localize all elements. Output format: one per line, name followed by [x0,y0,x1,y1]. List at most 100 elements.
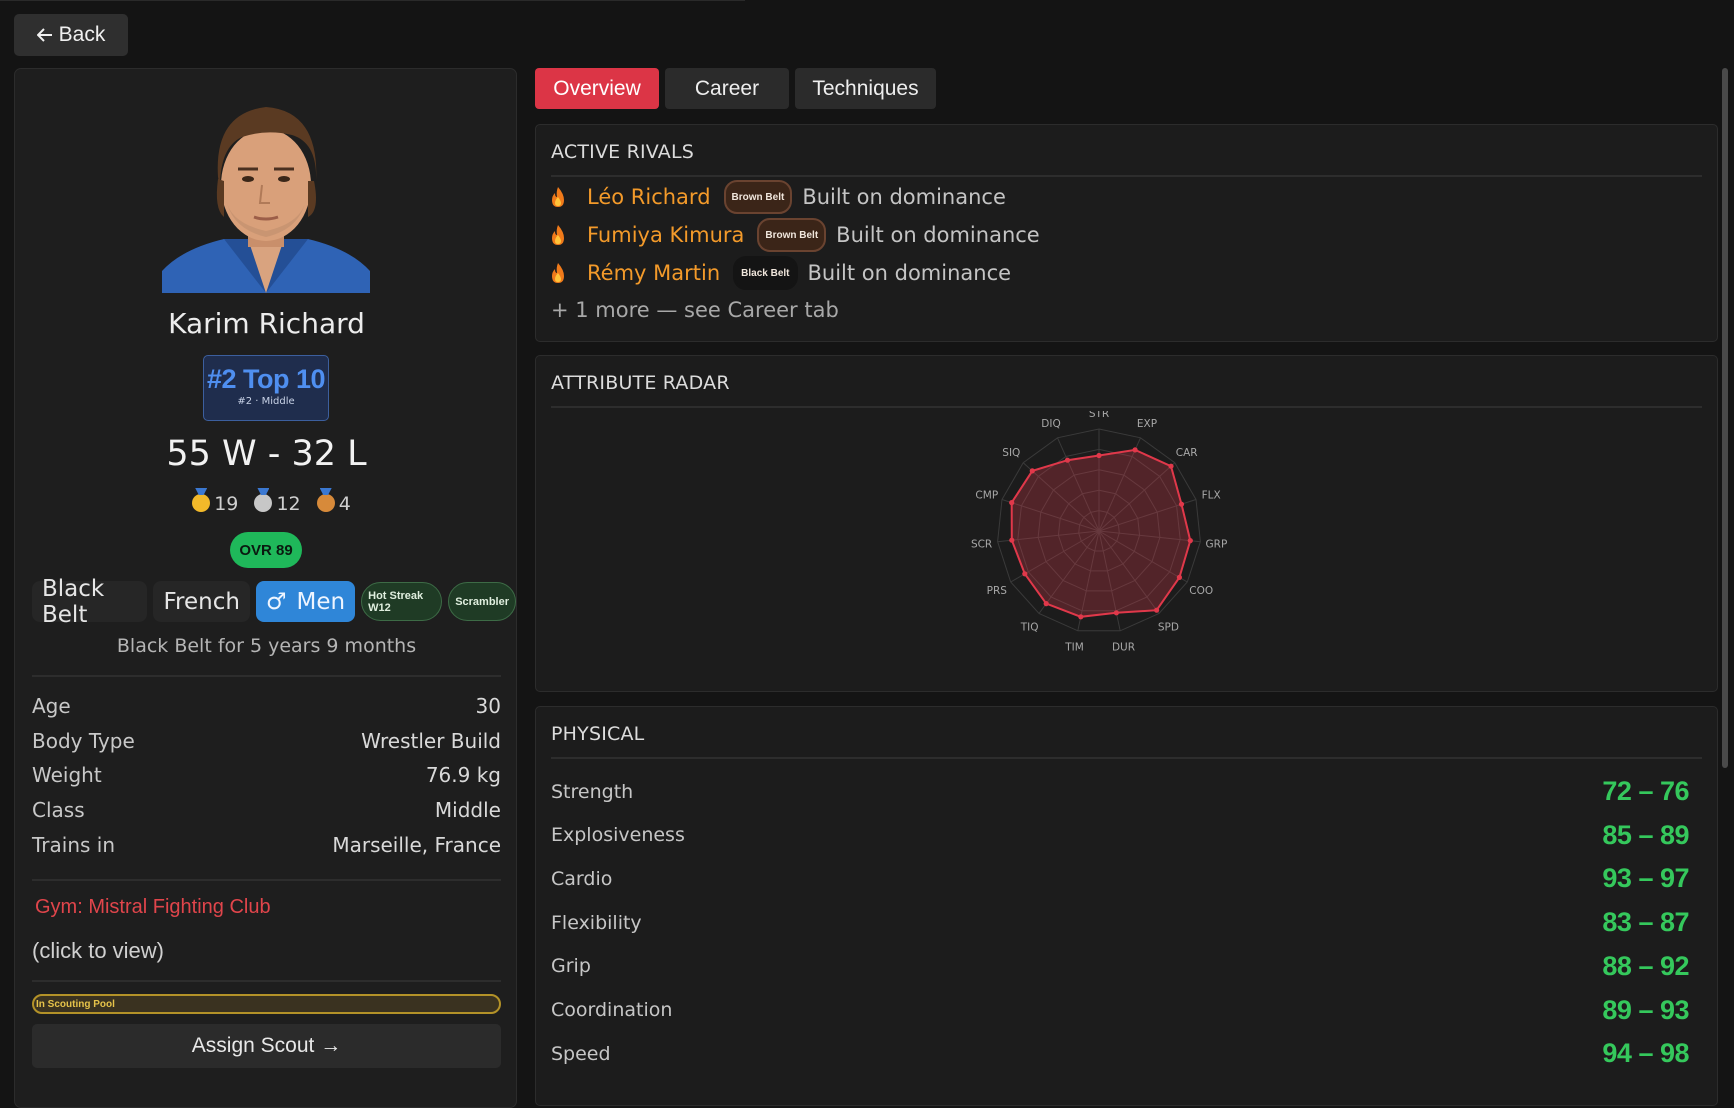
rival-row: Fumiya Kimura Brown Belt Built on domina… [551,218,1040,252]
belt-tag: Black Belt [32,576,148,628]
info-value: 76.9 kg [425,763,501,787]
back-label: Back [58,23,106,46]
info-value: Wrestler Build [361,729,501,753]
info-row-class: Class Middle [32,798,501,822]
ovr-badge: OVR 89 [230,532,302,568]
radar-axis-label: EXP [1137,418,1157,430]
radar-axis-label: DIQ [1041,418,1060,430]
divider [32,980,501,982]
radar-point-prs [1022,571,1028,577]
belt-duration: Black Belt for 5 years 9 months [116,635,417,657]
radar-point-cmp [1009,500,1015,506]
rival-name[interactable]: Fumiya Kimura [587,223,744,247]
male-symbol-icon: ♂ [265,588,287,615]
belt-badge: Black Belt [733,256,798,290]
info-label: Age [32,694,71,718]
scouting-pool-badge: In Scouting Pool [32,994,501,1014]
active-rivals-card: ACTIVE RIVALS Léo Richard Brown Belt Bui… [535,124,1718,342]
nationality-tag: French [153,581,250,622]
rival-row: Rémy Martin Black Belt Built on dominanc… [551,256,1011,290]
silver-count: 12 [276,493,301,515]
attribute-row: Speed 94 – 98 [551,1038,1689,1069]
attribute-row: Explosiveness 85 – 89 [551,820,1689,851]
bronze-medal-icon [316,494,335,512]
info-label: Weight [32,763,102,787]
radar-point-coo [1176,574,1182,580]
gym-hint: (click to view) [32,938,165,963]
top-divider [0,0,745,1]
radar-point-flx [1178,501,1185,507]
radar-point-car [1168,463,1174,469]
divider [551,175,1702,177]
rank-main: #2 Top 10 [206,364,326,394]
fire-icon [552,225,564,245]
radar-point-spd [1154,607,1160,613]
fighter-profile-panel: Karim Richard #2 Top 10 #2 · Middle 55 W… [14,68,517,1108]
info-value: 30 [475,694,501,718]
attribute-row: Grip 88 – 92 [551,951,1689,982]
radar-axis-label: CMP [975,490,998,502]
attribute-name: Coordination [551,999,673,1021]
rival-name[interactable]: Léo Richard [587,185,711,209]
fire-icon [552,187,564,207]
attribute-row: Coordination 89 – 93 [551,995,1689,1026]
more-rivals-link[interactable]: + 1 more — see Career tab [551,298,839,322]
attribute-name: Speed [551,1042,611,1065]
attribute-name: Cardio [551,867,613,890]
info-label: Trains in [32,833,115,857]
radar-point-dur [1113,610,1119,616]
radar-axis-label: PRS [987,585,1008,597]
attribute-row: Cardio 93 – 97 [551,863,1689,894]
rank-badge: #2 Top 10 #2 · Middle [203,355,329,421]
radar-axis-label: DUR [1112,641,1135,653]
card-title: ACTIVE RIVALS [551,141,695,163]
tab-bar: Overview Career Techniques [535,68,936,109]
tag-row: Black Belt French ♂ Men Hot Streak W12 S… [32,576,516,628]
rival-description: Built on dominance [802,185,1006,209]
rival-name[interactable]: Rémy Martin [587,261,720,285]
gym-link[interactable]: Gym: Mistral Fighting Club [35,896,271,919]
trait-pill-scrambler: Scrambler [448,582,516,621]
attribute-name: Flexibility [551,911,642,934]
radar-axis-label: COO [1189,585,1213,597]
radar-chart: STR EXP CAR FLX GRP COO SPD DUR TIM TIQ PRS SCR CMP S… [971,411,1228,653]
attribute-value: 85 – 89 [1602,819,1689,850]
divider [551,406,1702,408]
radar-point-diq [1064,457,1071,463]
radar-axis-label: CAR [1176,447,1198,459]
radar-axis-label: TIQ [1020,622,1039,634]
gold-count: 19 [214,493,239,515]
radar-point-grp [1187,538,1193,544]
info-label: Body Type [32,729,135,753]
attribute-name: Explosiveness [551,824,685,847]
attribute-value: 88 – 92 [1602,950,1689,981]
info-row-trains-in: Trains in Marseille, France [32,833,501,857]
assign-scout-button[interactable]: Assign Scout → [32,1024,501,1068]
radar-axis-label: STR [1089,411,1109,420]
radar-axis-label: FLX [1202,490,1221,502]
radar-point-scr [1009,537,1015,543]
bronze-count: 4 [338,493,351,515]
info-row-weight: Weight 76.9 kg [32,763,501,787]
physical-card: PHYSICAL Strength 72 – 76 Explosiveness 85 … [535,706,1718,1106]
card-title: ATTRIBUTE RADAR [551,372,730,394]
attribute-value: 83 – 87 [1602,907,1689,938]
tab-overview[interactable]: Overview [535,68,659,109]
attribute-value: 72 – 76 [1602,776,1689,806]
back-button[interactable]: Back [14,14,128,56]
silver-medal-icon [254,494,273,512]
scrollbar[interactable] [1722,68,1728,768]
tab-techniques[interactable]: Techniques [795,68,936,109]
tab-career[interactable]: Career [665,68,789,109]
arrow-left-icon [36,28,52,42]
info-row-body-type: Body Type Wrestler Build [32,729,501,753]
radar-axis-label: SCR [971,538,992,550]
radar-series-area [1010,448,1192,618]
card-title: PHYSICAL [551,723,645,745]
radar-axis-label: GRP [1206,538,1228,550]
attribute-value: 93 – 97 [1602,863,1689,894]
divider [32,879,501,881]
rival-description: Built on dominance [836,223,1040,247]
info-row-age: Age 30 [32,694,501,718]
radar-axis-label: TIM [1064,641,1084,653]
